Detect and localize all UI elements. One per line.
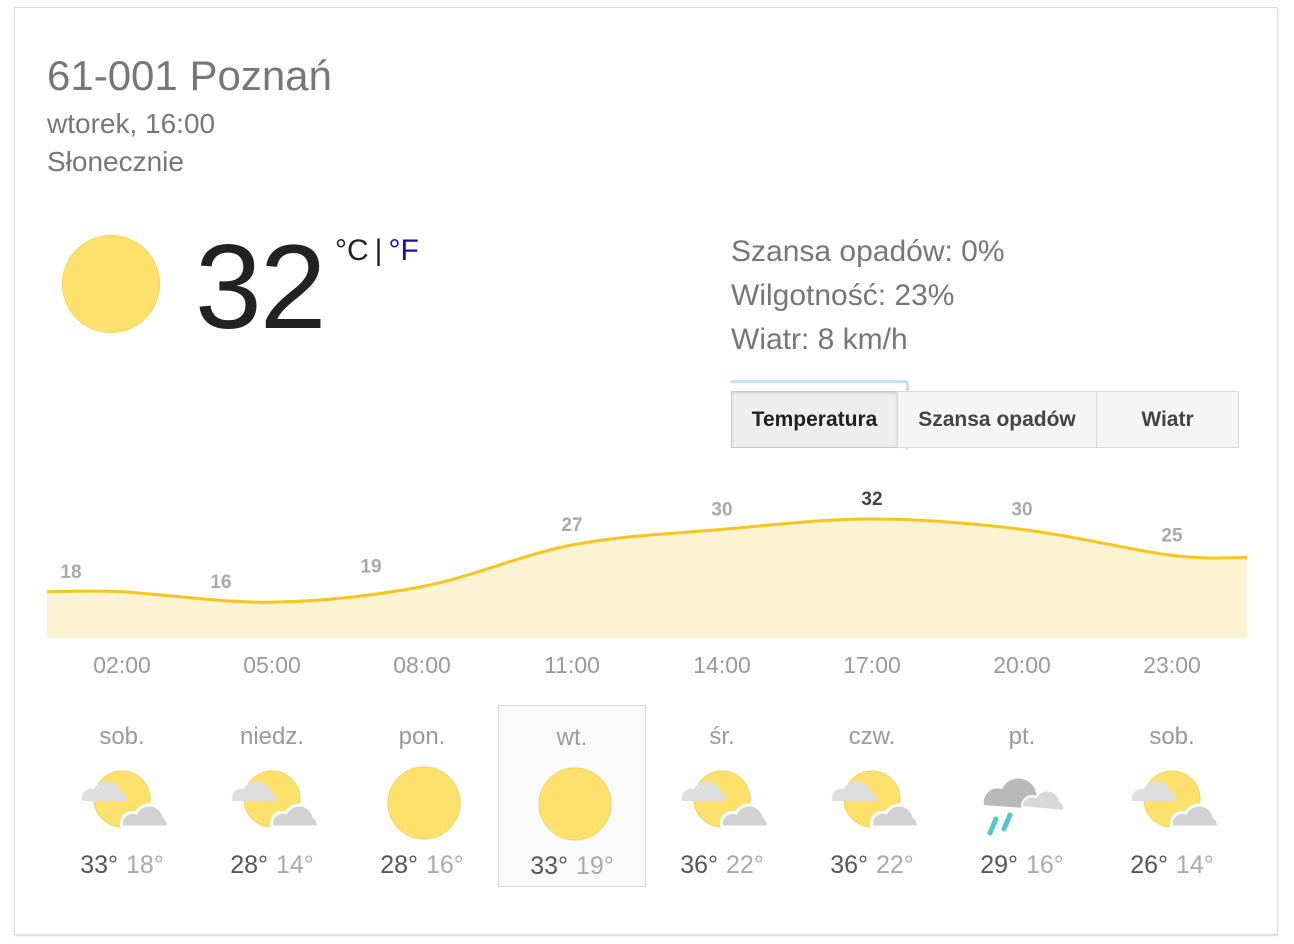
chart-data-label: 25	[1161, 525, 1183, 546]
sun-icon	[62, 235, 160, 333]
partly-cloudy-icon	[828, 763, 920, 843]
high-temp: 28°	[380, 851, 418, 879]
day-name: sob.	[99, 723, 145, 750]
partly-cloudy-icon	[78, 763, 170, 843]
chart-data-label: 19	[360, 557, 381, 578]
chart-data-label: 16	[210, 572, 231, 593]
weather-details: Szansa opadów: 0% Wilgotność: 23% Wiatr:…	[731, 230, 1005, 362]
time-label: 05:00	[243, 652, 301, 678]
low-temp: 22°	[876, 851, 914, 879]
day-temperatures: 33° 18°	[48, 851, 196, 880]
day-temperatures: 28° 16°	[348, 851, 496, 880]
chart-data-label: 30	[711, 499, 732, 520]
low-temp: 22°	[726, 851, 764, 879]
chart-tabs: Temperatura Szansa opadów Wiatr	[731, 391, 1239, 448]
low-temp: 18°	[126, 851, 164, 879]
day-name: pon.	[398, 723, 446, 750]
day-temperatures: 33° 19°	[499, 852, 645, 881]
time-label: 02:00	[93, 652, 151, 678]
high-temp: 33°	[80, 851, 118, 879]
day-name: czw.	[848, 723, 896, 750]
day-name: sob.	[1149, 723, 1195, 750]
partly-cloudy-icon	[1128, 763, 1220, 843]
low-temp: 19°	[576, 852, 614, 880]
day-temperatures: 26° 14°	[1098, 851, 1246, 880]
chart-data-label: 27	[561, 515, 582, 536]
time-label: 14:00	[693, 652, 751, 678]
high-temp: 36°	[830, 851, 868, 879]
tab-precipitation[interactable]: Szansa opadów	[897, 391, 1097, 448]
day-temperatures: 29° 16°	[948, 851, 1096, 880]
day-forecast[interactable]: wt. 33° 19°	[498, 705, 646, 887]
sun-icon	[529, 764, 621, 844]
day-forecast[interactable]: śr. 36° 22°	[648, 705, 796, 887]
date-time: wtorek, 16:00	[47, 108, 216, 139]
chart-data-label: 30	[1011, 499, 1032, 520]
day-name: śr.	[709, 723, 735, 750]
day-temperatures: 36° 22°	[648, 851, 796, 880]
temperature-chart: 18 16 19 27 30 32 30 25	[47, 489, 1247, 638]
rain-icon	[978, 763, 1070, 843]
wind-speed: Wiatr: 8 km/h	[731, 323, 908, 356]
day-forecast[interactable]: pt. 29° 16°	[948, 705, 1096, 887]
time-label: 20:00	[993, 652, 1051, 678]
day-temperatures: 36° 22°	[798, 851, 946, 880]
day-forecast[interactable]: niedz. 28° 14°	[198, 705, 346, 887]
partly-cloudy-icon	[678, 763, 770, 843]
chart-data-label: 18	[60, 562, 81, 583]
unit-switcher: °C | °F	[335, 234, 419, 268]
chart-data-label: 32	[861, 489, 882, 510]
unit-separator: |	[374, 234, 383, 267]
partly-cloudy-icon	[228, 763, 320, 843]
day-forecast[interactable]: sob. 33° 18°	[48, 705, 196, 887]
chart-x-axis: 02:00 05:00 08:00 11:00 14:00 17:00 20:00 23:00	[47, 652, 1247, 686]
condition-text: Słonecznie	[47, 146, 184, 177]
day-temperatures: 28° 14°	[198, 851, 346, 880]
day-name: pt.	[1008, 723, 1036, 750]
low-temp: 14°	[276, 851, 314, 879]
high-temp: 29°	[980, 851, 1018, 879]
humidity: Wilgotność: 23%	[731, 279, 955, 312]
day-forecast[interactable]: sob. 26° 14°	[1098, 705, 1246, 887]
low-temp: 16°	[426, 851, 464, 879]
weather-card: 61-001 Poznań wtorek, 16:00 Słonecznie 3…	[14, 7, 1278, 935]
time-label: 17:00	[843, 652, 901, 678]
celsius-toggle[interactable]: °C	[335, 234, 369, 267]
precipitation-chance: Szansa opadów: 0%	[731, 235, 1005, 268]
location-title: 61-001 Poznań	[47, 52, 332, 99]
day-name: wt.	[556, 724, 588, 751]
high-temp: 28°	[230, 851, 268, 879]
daily-forecast: sob. 33° 18° niedz. 28° 14° pon. 28° 16° wt. 33° 19…	[47, 705, 1247, 889]
low-temp: 16°	[1026, 851, 1064, 879]
tab-wind[interactable]: Wiatr	[1096, 391, 1239, 448]
tab-temperature[interactable]: Temperatura	[731, 391, 898, 448]
high-temp: 26°	[1130, 851, 1168, 879]
day-forecast[interactable]: czw. 36° 22°	[798, 705, 946, 887]
time-label: 23:00	[1143, 652, 1201, 678]
low-temp: 14°	[1176, 851, 1214, 879]
sun-icon	[378, 763, 470, 843]
high-temp: 36°	[680, 851, 718, 879]
day-forecast[interactable]: pon. 28° 16°	[348, 705, 496, 887]
time-label: 11:00	[544, 652, 600, 678]
current-temperature: 32	[195, 220, 326, 354]
day-name: niedz.	[239, 723, 305, 750]
fahrenheit-toggle[interactable]: °F	[388, 234, 418, 267]
time-label: 08:00	[393, 652, 451, 678]
high-temp: 33°	[530, 852, 568, 880]
